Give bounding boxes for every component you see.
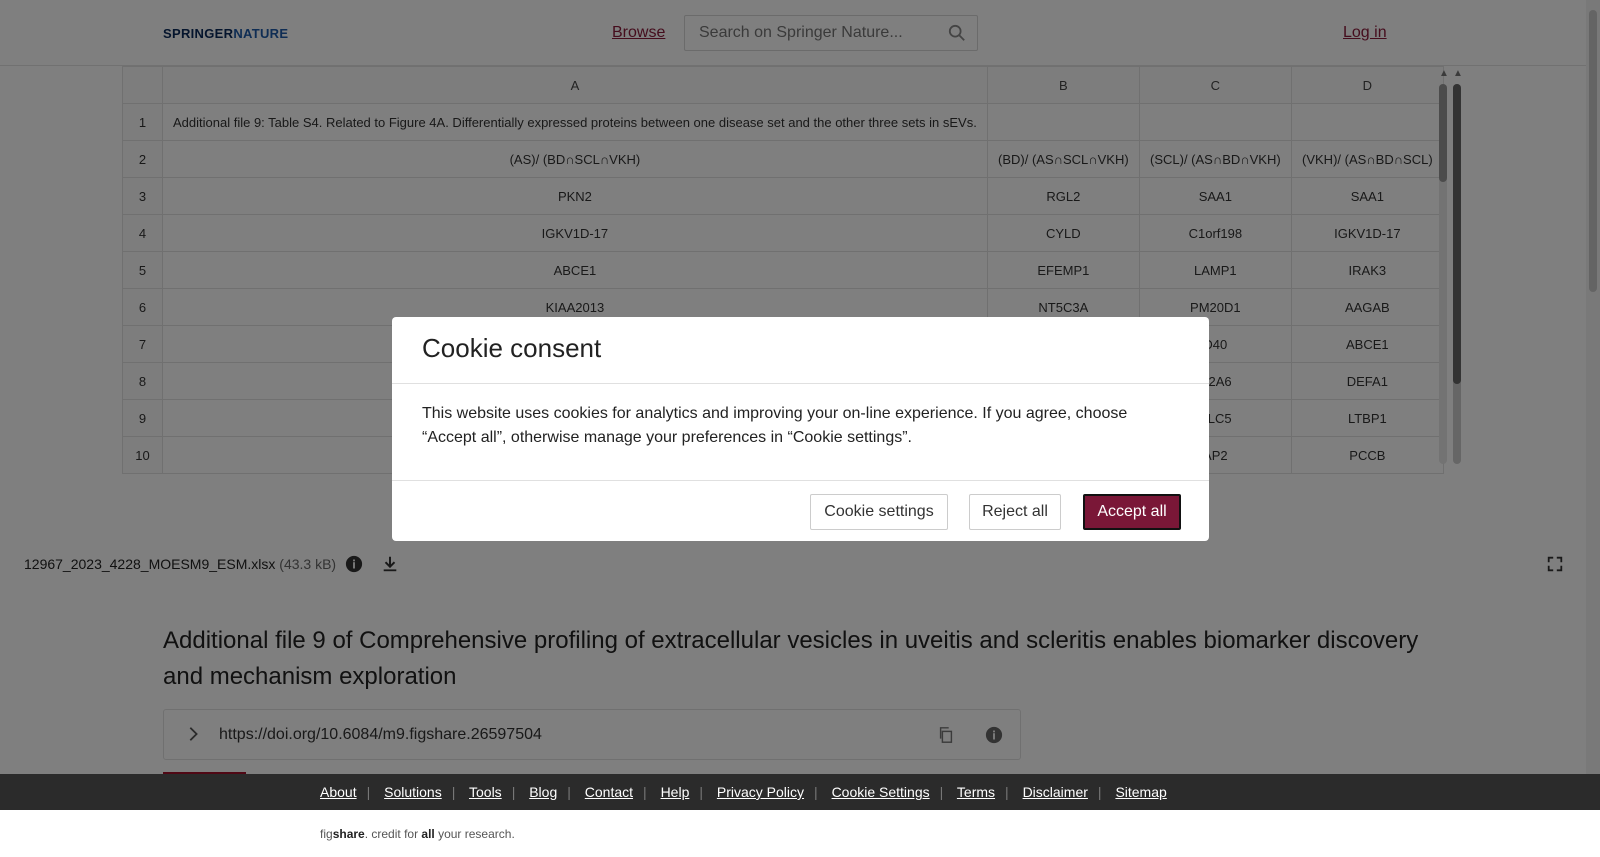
footer-link-blog[interactable]: Blog xyxy=(529,784,557,800)
cookie-settings-button[interactable]: Cookie settings xyxy=(810,494,948,530)
footer-link-sitemap[interactable]: Sitemap xyxy=(1115,784,1166,800)
cookie-dialog-title: Cookie consent xyxy=(422,333,602,363)
footer-link-solutions[interactable]: Solutions xyxy=(384,784,442,800)
figshare-credit: figshare. credit for all your research. xyxy=(0,810,1600,857)
footer-separator: | xyxy=(451,784,456,800)
footer-link-cookie-settings[interactable]: Cookie Settings xyxy=(832,784,930,800)
footer-link-help[interactable]: Help xyxy=(661,784,690,800)
footer-separator: | xyxy=(814,784,818,800)
credit-fig: fig xyxy=(320,827,333,841)
footer-link-about[interactable]: About xyxy=(320,784,357,800)
footer-separator: | xyxy=(366,784,371,800)
footer-separator: | xyxy=(1005,784,1009,800)
cookie-consent-dialog: Cookie consent This website uses cookies… xyxy=(392,317,1209,541)
footer-separator: | xyxy=(511,784,516,800)
footer-separator: | xyxy=(567,784,571,800)
footer-link-privacy-policy[interactable]: Privacy Policy xyxy=(717,784,804,800)
footer-separator: | xyxy=(1097,784,1102,800)
credit-end: your research. xyxy=(434,827,515,841)
page-root: { "header": { "logo_part1": "SPRINGER", … xyxy=(0,0,1600,857)
credit-all: all xyxy=(421,827,435,841)
accept-all-button[interactable]: Accept all xyxy=(1083,494,1181,530)
footer-link-terms[interactable]: Terms xyxy=(957,784,995,800)
footer-link-disclaimer[interactable]: Disclaimer xyxy=(1023,784,1088,800)
footer-separator: | xyxy=(939,784,944,800)
credit-mid: . credit for xyxy=(364,827,422,841)
divider xyxy=(392,480,1209,481)
divider xyxy=(392,383,1209,384)
footer-link-tools[interactable]: Tools xyxy=(469,784,502,800)
footer-links: About | Solutions | Tools | Blog | Contact | … xyxy=(320,784,1167,800)
site-footer: About | Solutions | Tools | Blog | Contact | … xyxy=(0,774,1600,810)
reject-all-button[interactable]: Reject all xyxy=(969,494,1061,530)
credit-share: share xyxy=(332,827,365,841)
cookie-dialog-body: This website uses cookies for analytics … xyxy=(422,405,1128,446)
footer-separator: | xyxy=(643,784,647,800)
credit-text: figshare. credit for all your research. xyxy=(320,827,515,841)
footer-link-contact[interactable]: Contact xyxy=(585,784,633,800)
footer-separator: | xyxy=(699,784,703,800)
